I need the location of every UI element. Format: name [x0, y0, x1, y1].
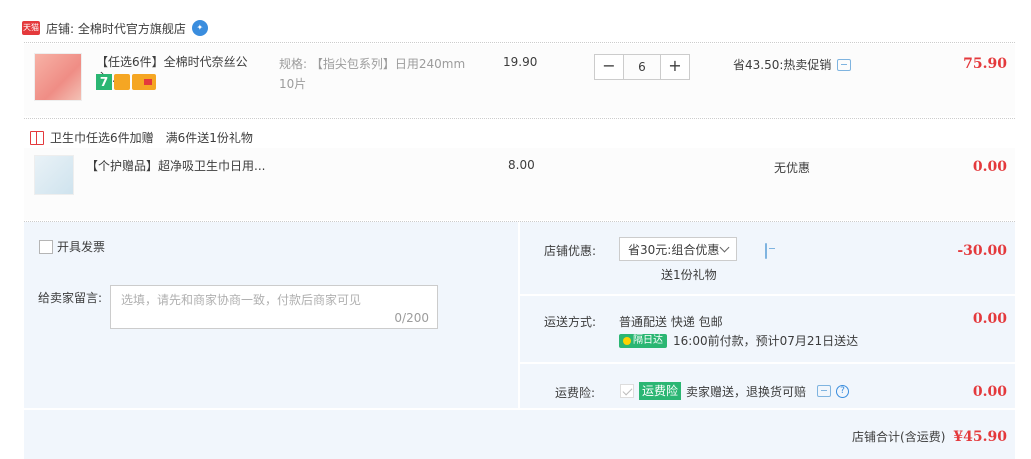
item-total: 0.00 [972, 159, 1007, 175]
invoice-label: 开具发票 [57, 240, 106, 254]
item-thumbnail[interactable] [34, 53, 82, 101]
sku-label: 规格: [279, 57, 308, 71]
qty-plus-button[interactable]: + [660, 54, 690, 80]
gift-promo-detail: 满6件送1份礼物 [165, 131, 253, 145]
item-total: 75.90 [963, 56, 1007, 72]
insurance-desc: 卖家赠送，退换货可赔 [686, 384, 807, 399]
shop-total-label: 店铺合计(含运费) [852, 430, 946, 444]
help-icon[interactable]: ? [836, 384, 850, 398]
shipping-method: 普通配送 快递 包邮 [619, 315, 723, 329]
next-day-badge: 隔日达 [619, 333, 667, 348]
tmall-badge: 天猫 [22, 21, 40, 35]
shop-discount-sub: 送1份礼物 [661, 268, 717, 282]
sku-value: 【指尖包系列】日用240mm10片 [279, 57, 466, 91]
shipping-eta: 16:00前付款，预计07月21日送达 [673, 334, 859, 348]
shop-discount-label: 店铺优惠: [544, 244, 597, 258]
item-price: 8.00 [508, 158, 535, 172]
invoice-option[interactable]: 开具发票 [39, 238, 105, 255]
next-day-badge-label: 隔日达 [633, 334, 663, 346]
gift-promo: 卫生巾任选6件加赠 满6件送1份礼物 [30, 129, 253, 146]
shop-total: 店铺合计(含运费) ¥45.90 [852, 428, 1007, 445]
shipping-amount: 0.00 [972, 311, 1007, 327]
message-icon[interactable] [765, 243, 767, 259]
promo-text: 省43.50:热卖促销 [733, 58, 832, 72]
chevron-down-icon [719, 242, 730, 252]
insurance-amount: 0.00 [972, 384, 1007, 400]
shop-total-amount: ¥45.90 [953, 428, 1007, 445]
message-label: 给卖家留言: [38, 291, 103, 305]
panel-divider [518, 294, 1015, 296]
panel-divider [24, 408, 1015, 410]
panel-divider [518, 362, 1015, 364]
shop-name[interactable]: 店铺: 全棉时代官方旗舰店 [46, 20, 186, 37]
divider [24, 42, 1015, 43]
message-icon[interactable] [817, 385, 832, 397]
message-placeholder: 选填，请先和商家协商一致，付款后商家可见 [121, 293, 362, 307]
message-icon[interactable] [837, 58, 852, 71]
shop-header: 天猫 店铺: 全棉时代官方旗舰店 ✦ [22, 18, 208, 38]
shop-discount-amount: -30.00 [957, 243, 1007, 259]
divider [24, 118, 1015, 119]
gift-icon [30, 130, 44, 145]
service-badges: 7 [96, 74, 156, 90]
shipping-eta-row: 隔日达 16:00前付款，预计07月21日送达 [619, 332, 858, 349]
gift-promo-label: 卫生巾任选6件加赠 [50, 131, 154, 145]
insurance-label: 运费险: [555, 386, 596, 400]
insurance-option: 运费险 卖家赠送，退换货可赔 ? [620, 382, 850, 400]
shop-discount-select[interactable]: 省30元:组合优惠 [619, 237, 737, 261]
wangwang-chat-icon[interactable]: ✦ [191, 20, 208, 36]
lightning-icon [623, 336, 631, 345]
credit-card-icon [132, 74, 156, 90]
seven-day-return-icon: 7 [96, 74, 112, 90]
item-thumbnail[interactable] [34, 155, 74, 195]
seller-message-input[interactable]: 选填，请先和商家协商一致，付款后商家可见 0/200 [110, 285, 438, 329]
shipping-label: 运送方式: [544, 315, 597, 329]
qty-minus-button[interactable]: − [594, 54, 624, 80]
item-sku: 规格: 【指尖包系列】日用240mm10片 [279, 54, 469, 94]
insurance-checkbox [620, 384, 634, 398]
shop-discount-selected: 省30元:组合优惠 [628, 242, 720, 257]
item-promo: 无优惠 [774, 161, 811, 175]
item-title[interactable]: 【个护赠品】超净吸卫生巾日用... [86, 158, 266, 174]
invoice-checkbox[interactable] [39, 239, 53, 254]
quantity-stepper: − 6 + [594, 54, 690, 80]
message-counter: 0/200 [394, 311, 429, 325]
qty-input[interactable]: 6 [624, 54, 660, 80]
panel-divider [518, 222, 520, 409]
item-price: 19.90 [503, 55, 538, 69]
item-promo: 省43.50:热卖促销 [733, 56, 852, 73]
insurance-badge: 运费险 [639, 382, 682, 400]
guarantee-icon [114, 74, 130, 90]
